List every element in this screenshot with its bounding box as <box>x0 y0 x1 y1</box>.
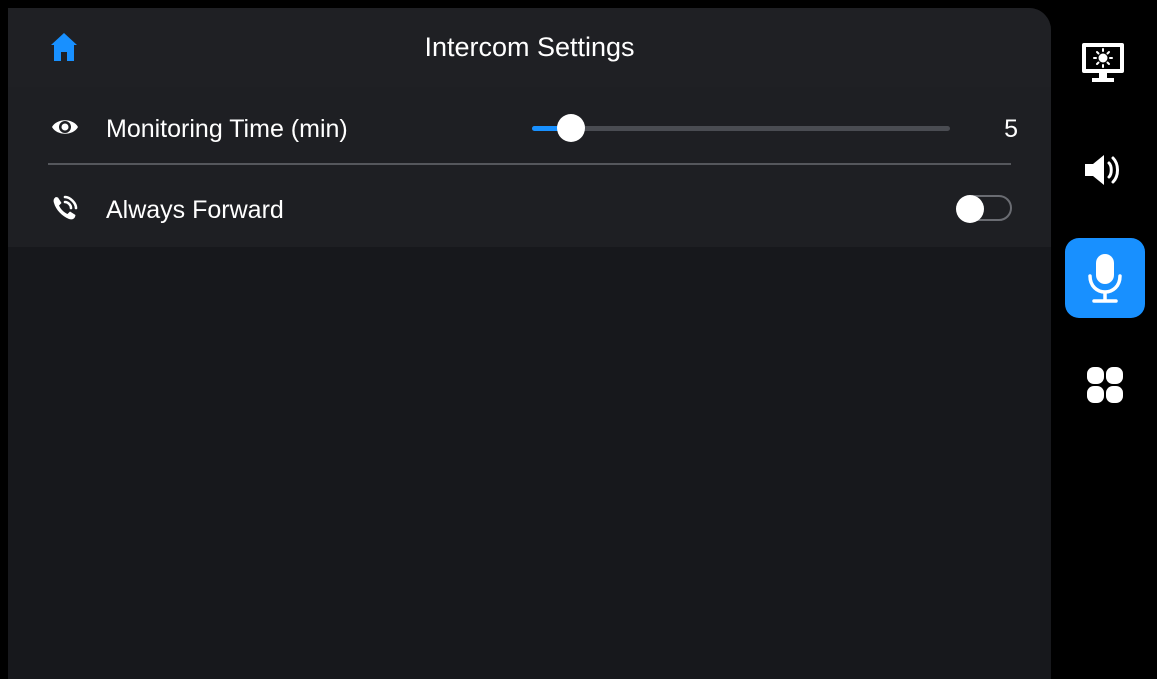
sidebar-item-sound[interactable] <box>1077 145 1129 195</box>
setting-row-monitoring-time: Monitoring Time (min) 5 <box>8 8 1051 168</box>
settings-panel: Intercom Settings Monitoring Time (min) … <box>8 8 1051 679</box>
setting-label-monitoring-time: Monitoring Time (min) <box>106 115 348 143</box>
display-brightness-icon <box>1082 43 1124 82</box>
apps-grid-icon <box>1087 367 1123 403</box>
sidebar-item-apps[interactable] <box>1085 365 1125 405</box>
row-divider <box>48 163 1011 165</box>
microphone-icon <box>1088 254 1122 303</box>
slider-thumb[interactable] <box>557 114 585 142</box>
toggle-knob <box>956 195 984 223</box>
always-forward-toggle[interactable] <box>956 195 1016 223</box>
phone-forward-icon <box>53 195 78 220</box>
slider-track <box>532 126 950 131</box>
monitoring-time-slider[interactable] <box>532 114 950 142</box>
monitoring-time-value: 5 <box>1004 115 1018 143</box>
speaker-icon <box>1085 155 1119 185</box>
sidebar-item-intercom[interactable] <box>1065 238 1145 318</box>
sidebar-item-display[interactable] <box>1077 38 1129 88</box>
setting-label-always-forward: Always Forward <box>106 196 284 224</box>
eye-icon <box>52 120 78 134</box>
